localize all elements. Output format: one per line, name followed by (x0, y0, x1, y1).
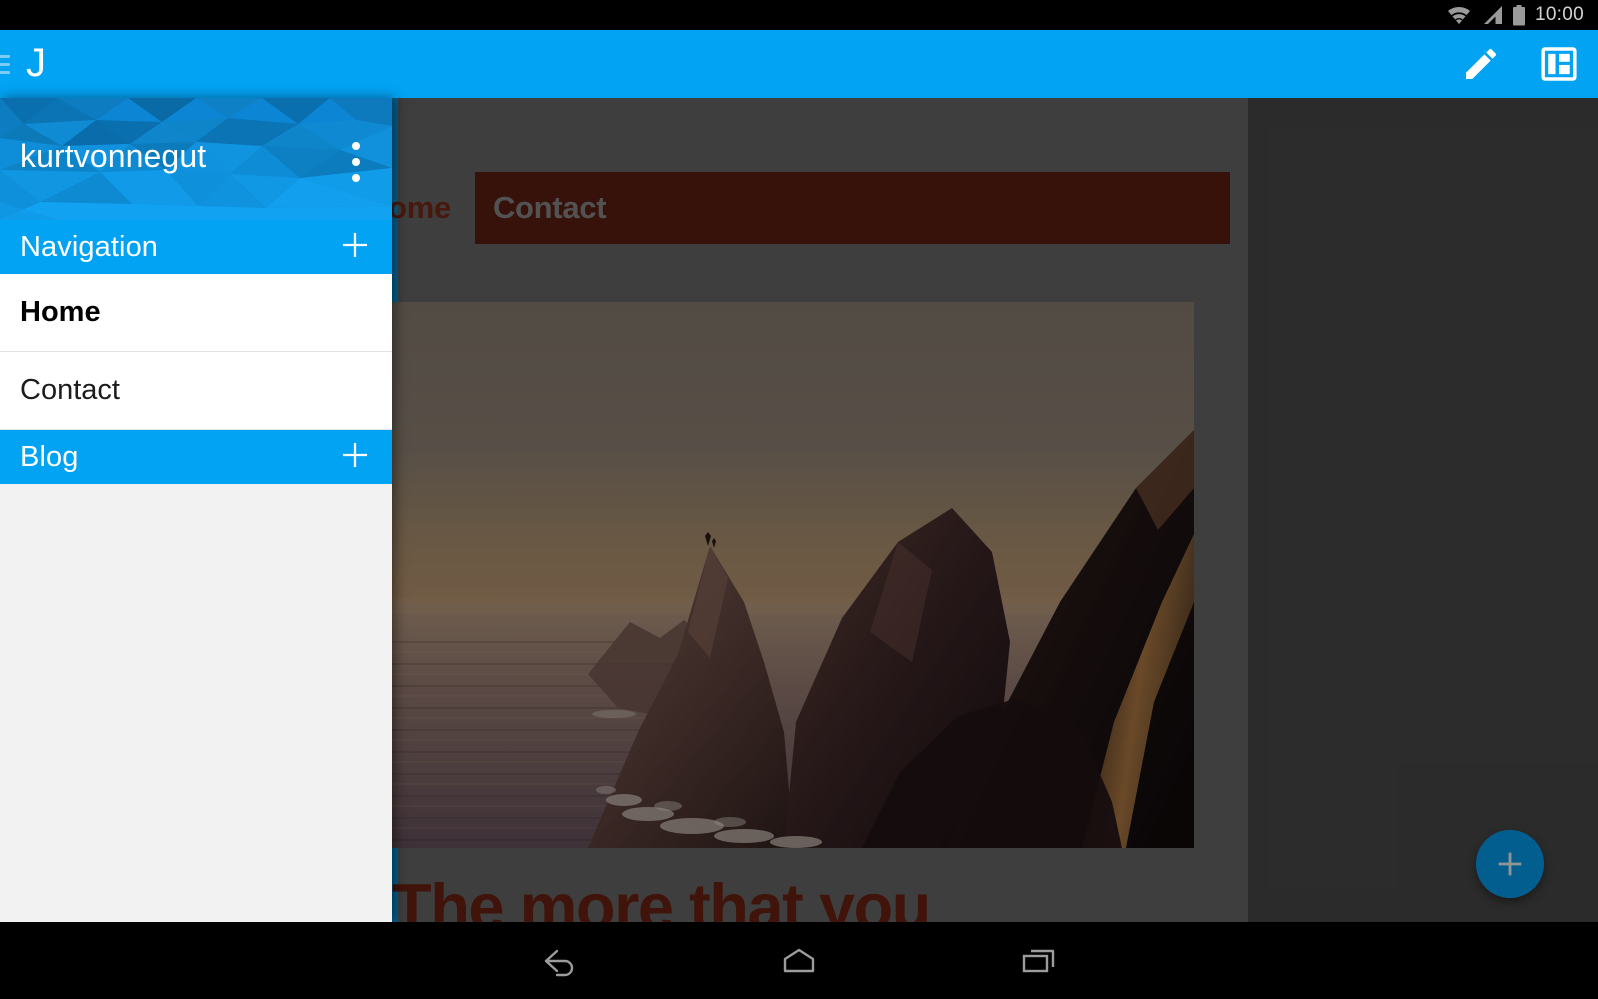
site-nav-item-contact[interactable]: Contact (474, 172, 1230, 244)
android-navigation-bar (0, 922, 1598, 999)
site-nav-item-home[interactable]: Home (392, 172, 475, 244)
drawer-section-blog[interactable]: Blog (0, 430, 392, 484)
plus-icon (342, 442, 368, 467)
coastal-cliffs-sunset-photo (392, 302, 1194, 848)
cellular-signal-icon (1483, 6, 1502, 24)
account-name: kurtvonnegut (20, 138, 207, 174)
drawer-nav-item-home[interactable]: Home (0, 274, 392, 352)
battery-icon (1512, 4, 1525, 25)
wifi-icon (1447, 6, 1470, 24)
back-button[interactable] (514, 922, 604, 999)
site-preview[interactable]: Home Contact (392, 98, 1248, 922)
recents-icon (1022, 949, 1055, 972)
layout-view-button[interactable] (1520, 30, 1598, 98)
site-navigation: Home Contact (392, 172, 1230, 244)
drawer-section-navigation[interactable]: Navigation (0, 220, 392, 274)
scrim-right-edge (1248, 98, 1598, 922)
screen: 10:00 J ome Contact The more that you ku… (0, 0, 1598, 999)
edit-pencil-button[interactable] (1442, 30, 1520, 98)
drawer-nav-item-label: Home (20, 296, 101, 328)
app-brand-logo: J (26, 40, 46, 85)
add-navigation-button[interactable] (338, 228, 372, 267)
drawer-nav-item-label: Contact (20, 374, 120, 406)
hamburger-menu-icon[interactable] (0, 30, 10, 98)
edit-pencil-icon (1466, 48, 1497, 79)
android-status-bar: 10:00 (0, 0, 1598, 30)
add-blog-button[interactable] (338, 438, 372, 477)
drawer-header[interactable]: kurtvonnegut (0, 98, 392, 220)
drawer-nav-item-contact[interactable]: Contact (0, 352, 392, 430)
recents-button[interactable] (994, 922, 1084, 999)
navigation-drawer: kurtvonnegut Navigation Home Contact Blo… (0, 98, 392, 922)
app-bar: J (0, 30, 1598, 98)
more-vertical-icon[interactable] (352, 142, 360, 182)
plus-icon (342, 232, 368, 257)
section-title-navigation: Navigation (20, 230, 159, 263)
section-title-blog: Blog (20, 440, 79, 473)
home-icon (783, 948, 815, 972)
hero-image (392, 302, 1194, 848)
home-button[interactable] (754, 922, 844, 999)
status-bar-clock: 10:00 (1534, 4, 1584, 25)
site-headline: The more that you (392, 870, 931, 922)
plus-icon (1498, 852, 1522, 876)
back-arrow-icon (544, 949, 574, 976)
layout-view-icon (1541, 47, 1577, 81)
add-fab-button[interactable] (1476, 830, 1544, 898)
